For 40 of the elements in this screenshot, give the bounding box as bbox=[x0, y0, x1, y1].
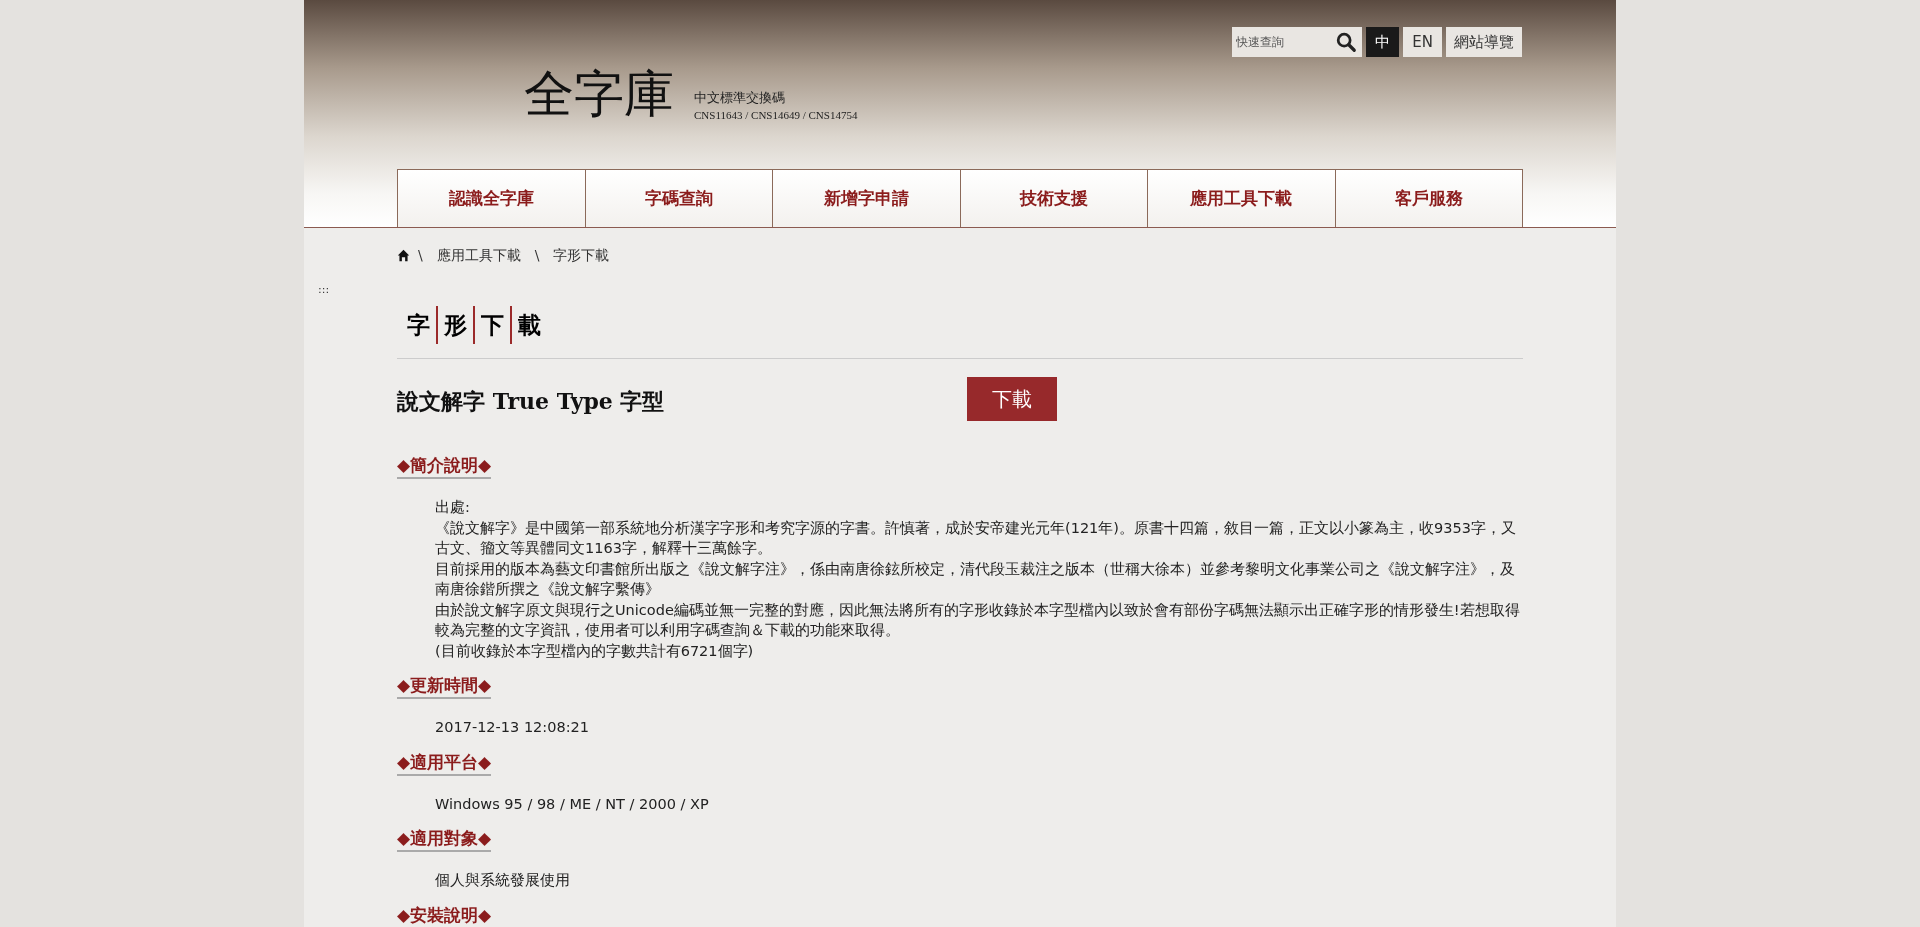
section-text: 由於說文解字原文與現行之Unicode編碼並無一完整的對應，因此無法將所有的字形收錄於本字型檔內以致於會有部份字碼無法顯示出正確字形的情形發生!若想取得較為完整的文字資訊，使用者可以利用字碼查詢＆下載的功能來取得。 bbox=[435, 600, 1521, 640]
logo-standards: CNS11643 / CNS14649 / CNS14754 bbox=[694, 108, 858, 123]
logo-subtitle: 中文標準交換碼 bbox=[694, 88, 786, 107]
page-title: 下 bbox=[473, 306, 510, 344]
accesskey-marker[interactable]: ::: bbox=[318, 282, 330, 299]
breadcrumb-link[interactable]: 應用工具下載 bbox=[436, 245, 521, 266]
section-heading: ◆簡介說明◆ bbox=[397, 453, 492, 479]
search-button[interactable] bbox=[1330, 27, 1363, 57]
nav-tab[interactable]: 應用工具下載 bbox=[1147, 169, 1336, 227]
section-text: 個人與系統發展使用 bbox=[435, 871, 571, 890]
language-button[interactable]: 中 bbox=[1366, 27, 1400, 57]
section-text: (目前收錄於本字型檔內的字數共計有6721個字) bbox=[435, 641, 755, 661]
home-icon[interactable] bbox=[397, 249, 410, 262]
breadcrumb-separator: \ bbox=[418, 246, 423, 265]
section-heading: ◆安裝說明◆ bbox=[397, 902, 492, 927]
nav-tab[interactable]: 字碼查詢 bbox=[584, 169, 773, 227]
section-text: Windows 95 / 98 / ME / NT / 2000 / XP bbox=[435, 794, 710, 814]
font-title: 說文解字 True Type 字型 bbox=[397, 387, 666, 416]
section-text: 出處: bbox=[435, 498, 471, 517]
section-heading: ◆更新時間◆ bbox=[397, 673, 492, 699]
search-field[interactable]: 快速查詢 bbox=[1232, 27, 1331, 57]
page-title: 載 bbox=[510, 306, 547, 344]
nav-tab[interactable]: 新增字申請 bbox=[772, 169, 961, 227]
sitemap-button[interactable]: 網站導覽 bbox=[1446, 27, 1522, 57]
breadcrumb-link[interactable]: 字形下載 bbox=[553, 245, 610, 266]
breadcrumb-separator: \ bbox=[534, 246, 540, 265]
nav-tab[interactable]: 技術支援 bbox=[959, 169, 1148, 227]
section-text: 目前採用的版本為藝文印書館所出版之《說文解字注》，係由南唐徐鉉所校定，清代段玉裁注之版本（世稱大徐本）並參考黎明文化事業公司之《說文解字注》，及南唐徐鍇所撰之《說文解字繫傳》 bbox=[435, 559, 1516, 599]
section-heading: ◆適用平台◆ bbox=[397, 749, 492, 776]
section-text: 《說文解字》是中國第一部系統地分析漢字字形和考究字源的字書。許慎著，成於安帝建光元年(121年)。原書十四篇，敘目一篇，正文以小篆為主，收9353字，又古文、籀文等異體同文1163字，解釋十三萬餘字。 bbox=[435, 518, 1517, 558]
language-button[interactable]: EN bbox=[1403, 27, 1442, 57]
page-title: 形 bbox=[436, 306, 473, 344]
nav-tab[interactable]: 認識全字庫 bbox=[397, 169, 586, 227]
download-button[interactable]: 下載 bbox=[967, 377, 1057, 421]
section-heading: ◆適用對象◆ bbox=[397, 826, 492, 852]
section-text: 2017-12-13 12:08:21 bbox=[435, 718, 590, 737]
search-icon bbox=[1335, 31, 1358, 53]
page-title: 字 bbox=[406, 310, 431, 340]
nav-tab[interactable]: 客戶服務 bbox=[1334, 169, 1523, 227]
site-logo[interactable]: 全字庫 bbox=[518, 63, 680, 126]
